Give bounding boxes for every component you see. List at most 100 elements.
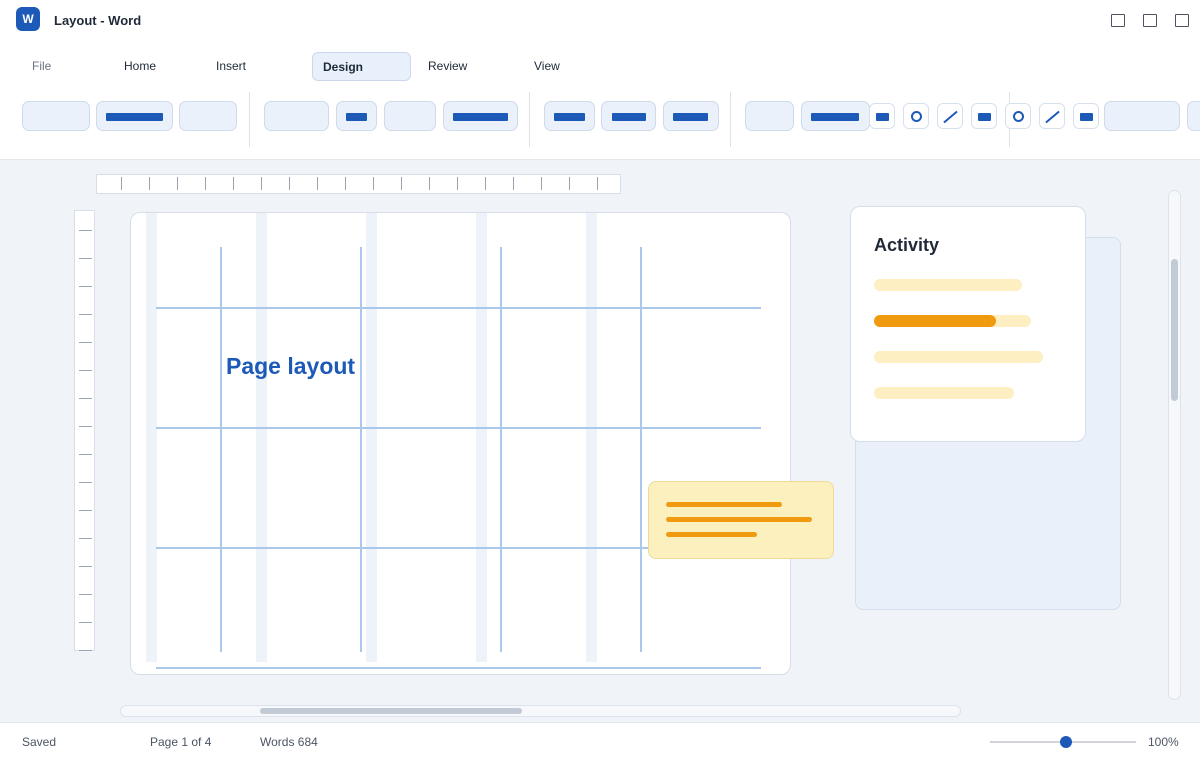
rectangle-shape-button[interactable]	[869, 103, 895, 129]
line-icon	[1045, 110, 1060, 124]
rectangle-shape-button[interactable]	[971, 103, 997, 129]
tab-view[interactable]: View	[524, 52, 570, 81]
circle-shape-button[interactable]	[1005, 103, 1031, 129]
maximize-icon[interactable]	[1143, 14, 1157, 27]
line-shape-button[interactable]	[937, 103, 963, 129]
ruler-tick	[79, 426, 92, 427]
note-text-line	[666, 532, 757, 537]
button-label-placeholder	[453, 113, 508, 121]
horizontal-ruler[interactable]	[96, 174, 621, 194]
ruler-tick	[79, 510, 92, 511]
tab-home[interactable]: Home	[114, 52, 166, 81]
word-count[interactable]: Words 684	[260, 735, 318, 749]
ribbon-button[interactable]	[384, 101, 436, 131]
circle-icon	[911, 111, 922, 122]
ruler-tick	[79, 454, 92, 455]
ruler-tick	[317, 177, 318, 190]
note-text-line	[666, 517, 812, 522]
column-gutter	[586, 213, 597, 662]
horizontal-scroll-thumb[interactable]	[260, 708, 522, 714]
ruler-tick	[345, 177, 346, 190]
ruler-tick	[597, 177, 598, 190]
ruler-tick	[541, 177, 542, 190]
ribbon-button[interactable]	[22, 101, 90, 131]
ruler-tick	[79, 594, 92, 595]
rectangle-icon	[978, 113, 991, 121]
grid-guide-horizontal	[156, 427, 761, 429]
grid-guide-horizontal	[156, 667, 761, 669]
vertical-scrollbar[interactable]	[1168, 190, 1181, 700]
column-gutter	[476, 213, 487, 662]
page-heading[interactable]: Page layout	[226, 353, 355, 380]
ruler-tick	[79, 230, 92, 231]
button-label-placeholder	[554, 113, 585, 121]
circle-icon	[1013, 111, 1024, 122]
ruler-tick	[401, 177, 402, 190]
ruler-tick	[121, 177, 122, 190]
tab-file[interactable]: File	[22, 52, 61, 81]
window-title: Layout - Word	[54, 13, 142, 28]
ribbon-button[interactable]	[179, 101, 237, 131]
ribbon: File Home Insert Design Review View	[0, 42, 1200, 160]
vertical-ruler[interactable]	[74, 210, 95, 651]
ruler-tick	[289, 177, 290, 190]
activity-item[interactable]	[874, 387, 1014, 399]
ruler-tick	[79, 622, 92, 623]
group-divider	[730, 92, 731, 147]
tab-review[interactable]: Review	[418, 52, 477, 81]
rectangle-icon	[1080, 113, 1093, 121]
button-label-placeholder	[106, 113, 163, 121]
ruler-tick	[79, 482, 92, 483]
ruler-tick	[233, 177, 234, 190]
ruler-tick	[457, 177, 458, 190]
circle-shape-button[interactable]	[903, 103, 929, 129]
page-count[interactable]: Page 1 of 4	[150, 735, 211, 749]
note-text-line	[666, 502, 782, 507]
button-label-placeholder	[346, 113, 367, 121]
ribbon-button[interactable]	[1104, 101, 1180, 131]
ribbon-button[interactable]	[544, 101, 595, 131]
ruler-tick	[79, 538, 92, 539]
ribbon-button[interactable]	[443, 101, 518, 131]
rectangle-shape-button[interactable]	[1073, 103, 1099, 129]
ruler-tick	[79, 398, 92, 399]
ruler-tick	[79, 342, 92, 343]
ruler-tick	[513, 177, 514, 190]
ribbon-button[interactable]	[745, 101, 794, 131]
ribbon-button[interactable]	[663, 101, 719, 131]
ribbon-button[interactable]	[801, 101, 870, 131]
ruler-tick	[149, 177, 150, 190]
document-page[interactable]: Page layout	[130, 212, 791, 675]
ruler-tick	[373, 177, 374, 190]
tab-design[interactable]: Design	[312, 52, 411, 81]
save-status: Saved	[22, 735, 57, 749]
column-gutter	[146, 213, 157, 662]
minimize-icon[interactable]	[1111, 14, 1125, 27]
ruler-tick	[205, 177, 206, 190]
activity-item[interactable]	[874, 279, 1022, 291]
vertical-scroll-thumb[interactable]	[1171, 259, 1178, 401]
rectangle-icon	[876, 113, 889, 121]
ribbon-button[interactable]	[336, 101, 377, 131]
ribbon-button[interactable]	[601, 101, 656, 131]
line-shape-button[interactable]	[1039, 103, 1065, 129]
zoom-percent[interactable]: 100%	[1148, 735, 1179, 749]
sticky-note[interactable]	[648, 481, 834, 559]
tab-insert[interactable]: Insert	[206, 52, 256, 81]
zoom-slider-handle[interactable]	[1059, 736, 1072, 748]
ribbon-button[interactable]	[1187, 101, 1200, 131]
title-bar: W Layout - Word	[0, 0, 1200, 42]
ribbon-button[interactable]	[264, 101, 329, 131]
close-icon[interactable]	[1175, 14, 1189, 27]
grid-guide-horizontal	[156, 307, 761, 309]
activity-item[interactable]	[874, 315, 1031, 327]
ruler-tick	[79, 566, 92, 567]
activity-item[interactable]	[874, 351, 1043, 363]
button-label-placeholder	[612, 113, 646, 121]
word-app-icon: W	[16, 7, 40, 31]
ruler-tick	[79, 650, 92, 651]
ruler-tick	[569, 177, 570, 190]
button-label-placeholder	[811, 113, 859, 121]
horizontal-scrollbar[interactable]	[120, 705, 961, 717]
ribbon-button[interactable]	[96, 101, 173, 131]
